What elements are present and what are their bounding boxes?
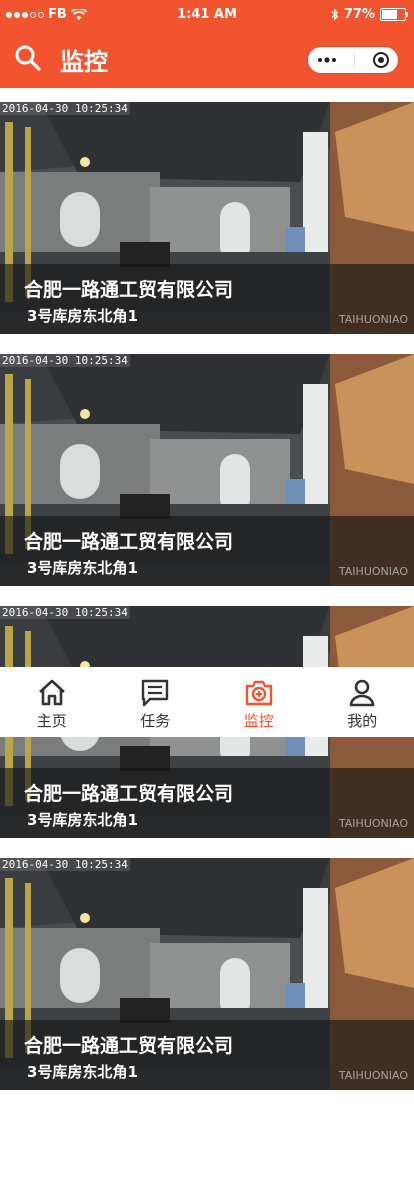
search-icon[interactable]: [14, 44, 42, 72]
tab-tasks[interactable]: 任务: [104, 667, 208, 737]
camera-watermark: TAIHUONIAO: [338, 817, 408, 830]
camera-icon: [245, 680, 272, 706]
more-icon[interactable]: [316, 56, 338, 64]
bluetooth-icon: [331, 8, 339, 21]
page: FB 1:41 AM 77% 监控 2016-04-30 10:25:34 合肥…: [0, 0, 414, 1181]
tab-profile[interactable]: 我的: [311, 667, 414, 737]
camera-location: 3号库房东北角1: [27, 307, 138, 325]
user-icon: [349, 679, 375, 707]
camera-location: 3号库房东北角1: [27, 1063, 138, 1081]
camera-timestamp: 2016-04-30 10:25:34: [0, 606, 130, 619]
tab-home[interactable]: 主页: [0, 667, 104, 737]
camera-card[interactable]: 2016-04-30 10:25:34 合肥一路通工贸有限公司 3号库房东北角1…: [0, 858, 414, 1090]
tab-bar: 主页 任务 监控 我的: [0, 667, 414, 737]
battery-percent: 77%: [343, 7, 375, 22]
camera-watermark: TAIHUONIAO: [338, 313, 408, 326]
camera-watermark: TAIHUONIAO: [338, 565, 408, 578]
tab-monitor[interactable]: 监控: [207, 667, 311, 737]
status-bar: FB 1:41 AM 77%: [0, 0, 414, 30]
home-icon: [38, 679, 65, 706]
camera-company: 合肥一路通工贸有限公司: [24, 279, 234, 301]
camera-timestamp: 2016-04-30 10:25:34: [0, 858, 130, 871]
capsule-divider: [354, 52, 356, 68]
camera-timestamp: 2016-04-30 10:25:34: [0, 354, 130, 367]
message-list-icon: [142, 679, 169, 707]
status-right: 77%: [331, 7, 408, 22]
tab-label: 监控: [243, 712, 274, 730]
camera-timestamp: 2016-04-30 10:25:34: [0, 102, 130, 115]
camera-location: 3号库房东北角1: [27, 559, 138, 577]
page-title: 监控: [60, 48, 108, 76]
mini-program-capsule: [308, 47, 398, 73]
camera-watermark: TAIHUONIAO: [338, 1069, 408, 1082]
nav-bar: 监控: [0, 30, 414, 88]
tab-label: 主页: [36, 712, 67, 730]
close-target-icon[interactable]: [372, 51, 390, 69]
camera-location: 3号库房东北角1: [27, 811, 138, 829]
tab-label: 我的: [347, 712, 378, 730]
tab-label: 任务: [140, 712, 171, 730]
camera-card[interactable]: 2016-04-30 10:25:34 合肥一路通工贸有限公司 3号库房东北角1…: [0, 354, 414, 586]
camera-company: 合肥一路通工贸有限公司: [24, 1035, 234, 1057]
battery-icon: [380, 8, 408, 21]
camera-company: 合肥一路通工贸有限公司: [24, 531, 234, 553]
camera-company: 合肥一路通工贸有限公司: [24, 783, 234, 805]
camera-card[interactable]: 2016-04-30 10:25:34 合肥一路通工贸有限公司 3号库房东北角1…: [0, 102, 414, 334]
